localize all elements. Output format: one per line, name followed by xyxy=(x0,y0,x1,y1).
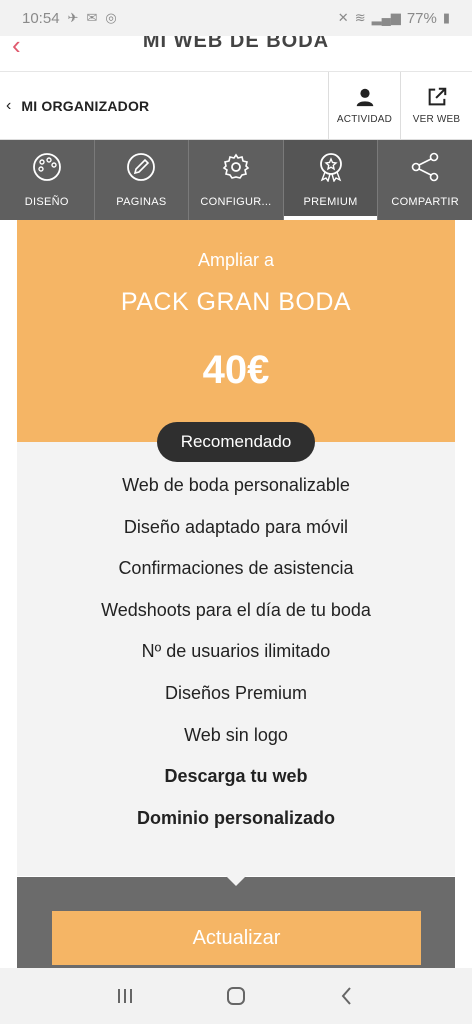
feature-list: Web de boda personalizable Diseño adapta… xyxy=(17,465,455,839)
recent-apps-icon xyxy=(118,989,133,1003)
user-icon xyxy=(356,88,373,107)
feature-item: Diseños Premium xyxy=(164,682,308,703)
tab-label: DISEÑO xyxy=(24,196,69,208)
status-time: 10:54 xyxy=(22,9,60,27)
feature-item: Nº de usuarios ilimitado xyxy=(141,641,331,662)
pack-price: 40€ xyxy=(202,348,270,392)
feature-item: Web sin logo xyxy=(184,724,288,745)
tab-settings[interactable]: CONFIGUR... xyxy=(189,140,284,220)
feature-item: Diseño adaptado para móvil xyxy=(123,516,349,537)
main-content[interactable]: Ampliar a PACK GRAN BODA 40€ Recomendado… xyxy=(0,220,472,968)
pack-subtitle: Ampliar a xyxy=(197,250,275,270)
tab-label: CONFIGUR... xyxy=(200,196,272,208)
external-link-icon xyxy=(428,87,446,106)
view-web-button[interactable]: VER WEB xyxy=(400,72,472,139)
notification-icon: ✉ xyxy=(86,10,98,25)
tab-share[interactable]: COMPARTIR xyxy=(378,140,472,220)
status-bar: 10:54 ✈ ✉ ◎ ✕ ≋ ▂▄▆ 77% ▮ xyxy=(0,0,472,36)
pack-card: Ampliar a PACK GRAN BODA 40€ Recomendado… xyxy=(17,220,455,876)
activity-label: ACTIVIDAD xyxy=(336,114,393,125)
back-icon xyxy=(341,987,351,1005)
back-button[interactable] xyxy=(327,976,367,1016)
tab-design[interactable]: DISEÑO xyxy=(0,140,95,220)
cta-panel: Actualizar xyxy=(17,876,455,968)
share-icon xyxy=(411,152,439,182)
organizer-bar: ‹ MI ORGANIZADOR ACTIVIDAD VER WEB xyxy=(0,72,472,140)
feature-item: Dominio personalizado xyxy=(136,807,336,828)
feature-item: Web de boda personalizable xyxy=(122,475,350,495)
wifi-icon: ≋ xyxy=(354,10,366,25)
panel-notch xyxy=(226,876,246,886)
chevron-left-icon: ‹ xyxy=(6,96,12,114)
pack-name: PACK GRAN BODA xyxy=(120,288,352,316)
notification-icon: ✈ xyxy=(67,10,79,25)
tab-label: PREMIUM xyxy=(303,196,358,208)
gear-icon xyxy=(222,153,250,179)
system-nav-bar xyxy=(0,968,472,1024)
activity-button[interactable]: ACTIVIDAD xyxy=(328,72,400,139)
recommended-badge: Recomendado xyxy=(157,422,315,462)
home-icon xyxy=(226,987,245,1005)
app-title-bar: ‹ MI WEB DE BODA xyxy=(0,36,472,72)
tab-premium[interactable]: PREMIUM xyxy=(283,140,379,220)
home-button[interactable] xyxy=(216,976,256,1016)
organizer-label: MI ORGANIZADOR xyxy=(21,97,150,114)
pencil-icon xyxy=(127,153,156,181)
signal-icon: ▂▄▆ xyxy=(371,10,401,25)
palette-icon xyxy=(32,153,61,181)
instagram-icon: ◎ xyxy=(105,10,117,25)
feature-item: Confirmaciones de asistencia xyxy=(118,558,354,579)
battery-level: 77% xyxy=(406,9,437,27)
page-title: MI WEB DE BODA xyxy=(142,36,330,52)
status-right: ✕ ≋ ▂▄▆ 77% ▮ xyxy=(338,10,450,27)
pack-header: Ampliar a PACK GRAN BODA 40€ xyxy=(17,220,455,442)
feature-item: Wedshoots para el día de tu boda xyxy=(101,599,371,620)
organizer-back-button[interactable]: ‹ MI ORGANIZADOR xyxy=(0,72,328,139)
tab-label: COMPARTIR xyxy=(391,196,460,208)
tab-label: PAGINAS xyxy=(116,196,167,208)
mute-icon: ✕ xyxy=(337,10,349,25)
award-icon xyxy=(319,153,342,182)
view-web-label: VER WEB xyxy=(412,114,461,125)
update-button[interactable]: Actualizar xyxy=(52,911,421,965)
battery-icon: ▮ xyxy=(442,10,450,25)
tab-pages[interactable]: PAGINAS xyxy=(95,140,190,220)
status-left: 10:54 ✈ ✉ ◎ xyxy=(22,10,117,27)
recent-apps-button[interactable] xyxy=(105,976,145,1016)
section-tabs: DISEÑO PAGINAS CONFIGUR... PREMIUM COMPA… xyxy=(0,140,472,220)
feature-item: Descarga tu web xyxy=(164,766,308,787)
